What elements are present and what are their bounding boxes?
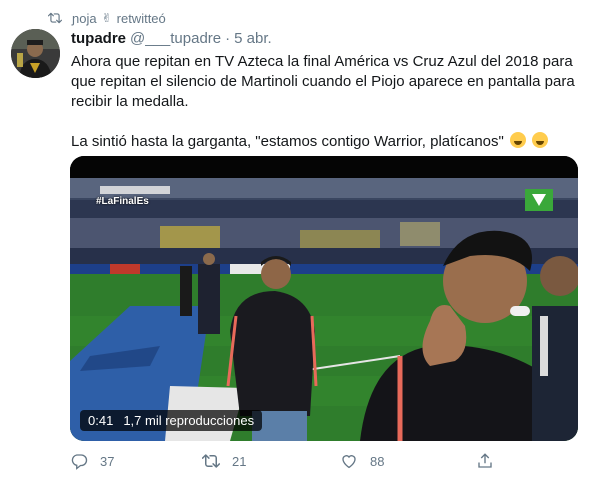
video-duration-badge: 0:41 1,7 mil reproducciones (80, 410, 263, 431)
retweet-icon (48, 12, 62, 24)
retweet-context[interactable]: ɲoja ✌ retwitteó (48, 9, 166, 27)
tweet-text: Ahora que repitan en TV Azteca la final … (71, 52, 581, 152)
avatar[interactable] (11, 29, 60, 78)
share-icon (478, 453, 492, 468)
tweet-paragraph-2: La sintió hasta la garganta, "estamos co… (71, 133, 504, 150)
retweet-count: 21 (232, 453, 247, 469)
heart-icon (342, 455, 356, 469)
author-name[interactable]: tupadre (71, 30, 126, 47)
separator-dot: · (225, 30, 231, 47)
victory-hand-emoji: ✌ (101, 11, 112, 25)
retweet-icon (202, 454, 220, 468)
view-count: 1,7 mil reproducciones (123, 413, 255, 428)
hashtag-overlay: #LaFinalEs (96, 196, 149, 207)
author-handle[interactable]: @___tupadre (130, 30, 221, 47)
share-button[interactable] (476, 452, 494, 470)
tweet-date[interactable]: 5 abr. (234, 30, 272, 47)
video-duration: 0:41 (88, 413, 114, 428)
retweet-action-label: retwitteó (116, 10, 166, 26)
tweet-actions: 37 21 88 (70, 452, 510, 474)
video-player[interactable]: #LaFinalEs 0:41 1,7 mil reproducciones (70, 156, 578, 441)
retweet-button[interactable]: 21 (202, 452, 246, 470)
shushing-emoji-icon (532, 132, 549, 148)
tweet-paragraph-1: Ahora que repitan en TV Azteca la final … (71, 53, 575, 110)
reply-count: 37 (100, 453, 115, 469)
retweeter-name[interactable]: ɲoja (72, 11, 97, 26)
like-count: 88 (370, 453, 385, 469)
reply-icon (71, 454, 88, 470)
reply-button[interactable]: 37 (70, 452, 114, 470)
joy-emoji-icon (510, 132, 526, 148)
like-button[interactable]: 88 (340, 452, 384, 470)
tweet-header: tupadre @___tupadre · 5 abr. (71, 30, 272, 47)
tweet-paragraph-2-wrap: La sintió hasta la garganta, "estamos co… (71, 132, 581, 152)
